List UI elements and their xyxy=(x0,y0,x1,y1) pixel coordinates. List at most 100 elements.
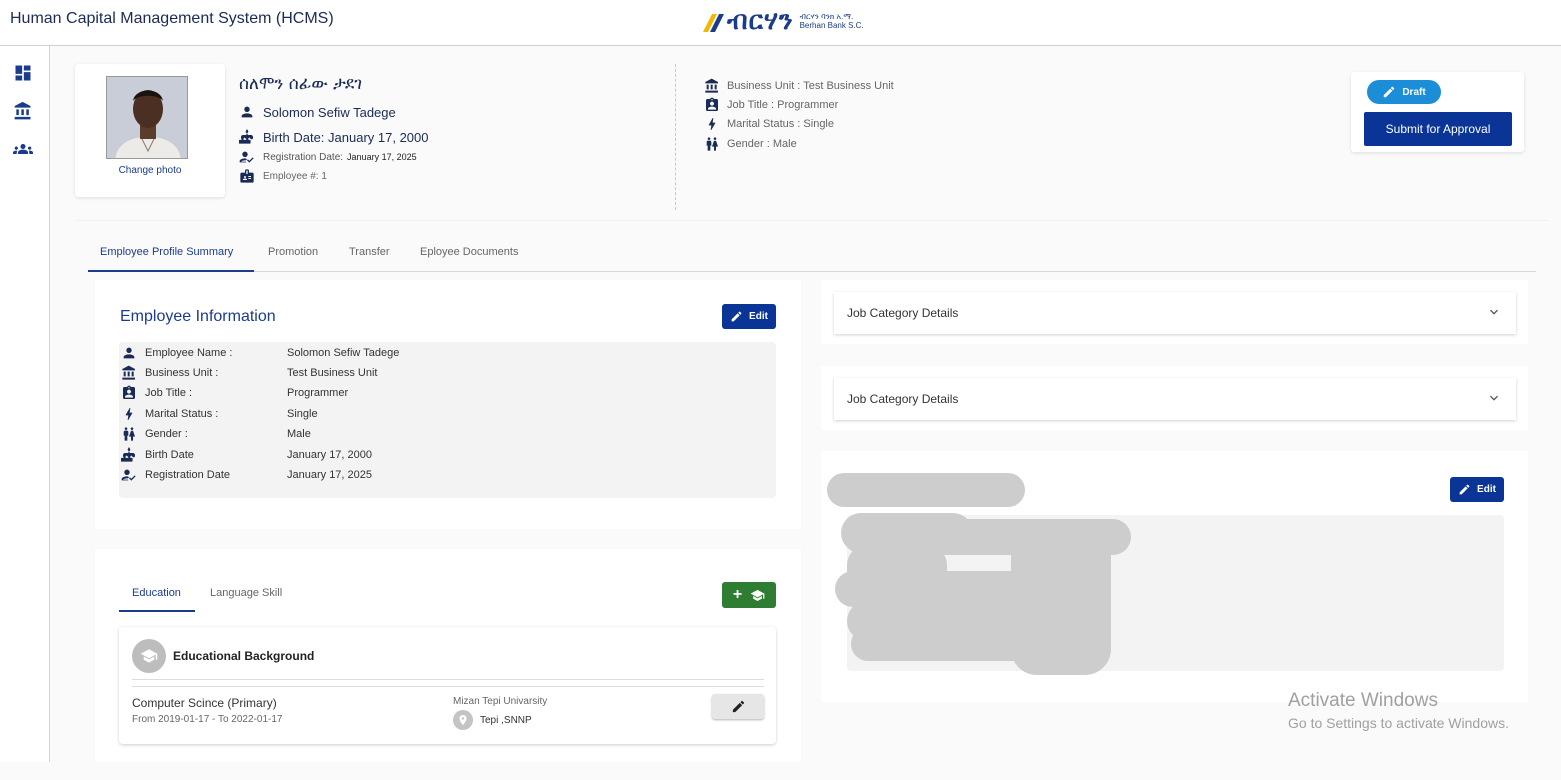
pencil-icon xyxy=(732,700,744,713)
education-degree: Computer Scince (Primary) xyxy=(132,696,277,710)
education-school: Mizan Tepi Univarsity xyxy=(453,696,548,707)
photo-card: Change photo xyxy=(75,64,225,197)
accordion-title: Job Category Details xyxy=(847,392,959,406)
info-value: Solomon Sefiw Tadege xyxy=(287,347,400,359)
edit-label: Edit xyxy=(1477,484,1496,495)
header-birth-date-row: Birth Date: January 17, 2000 xyxy=(239,129,429,145)
header-employee-no-row: Employee #: 1 xyxy=(239,168,327,184)
info-label: Marital Status : xyxy=(145,408,219,420)
add-education-button[interactable]: + xyxy=(722,582,776,608)
watermark-line-2: Go to Settings to activate Windows. xyxy=(1288,715,1509,731)
chevron-down-icon xyxy=(1490,395,1498,401)
header-full-name: Solomon Sefiw Tadege xyxy=(263,104,396,120)
education-edit-button[interactable] xyxy=(712,694,764,719)
job-category-accordion[interactable]: Job Category Details xyxy=(834,292,1516,334)
divider xyxy=(132,679,764,680)
redaction-scribble xyxy=(827,473,1025,507)
info-value: Male xyxy=(287,428,311,440)
info-row-business-unit: Business Unit : Test Business Unit xyxy=(119,364,776,384)
header-full-name-row: Solomon Sefiw Tadege xyxy=(239,104,396,120)
divider xyxy=(132,686,764,687)
person-check-icon xyxy=(239,151,254,163)
subtab-language-skill[interactable]: Language Skill xyxy=(210,587,282,599)
education-card: Educational Background Computer Scince (… xyxy=(119,627,776,744)
people-icon[interactable] xyxy=(13,139,33,159)
info-value: Programmer xyxy=(287,387,349,399)
bank-icon[interactable] xyxy=(13,101,33,121)
info-value: January 17, 2025 xyxy=(287,469,373,481)
header-marital-row: Marital Status : Single xyxy=(704,116,834,132)
plus-icon: + xyxy=(732,586,743,603)
dashboard-icon[interactable] xyxy=(13,63,33,83)
education-dates: From 2019-01-17 - To 2022-01-17 xyxy=(132,714,283,725)
pencil-icon xyxy=(1459,484,1470,495)
wc-icon xyxy=(706,137,718,151)
logo-wordmark: ብርሃን xyxy=(727,6,794,36)
header-business-unit-row: Business Unit : Test Business Unit xyxy=(704,78,894,94)
subtab-education[interactable]: Education xyxy=(132,587,181,599)
active-subtab-indicator xyxy=(119,610,195,612)
app-title: Human Capital Management System (HCMS) xyxy=(10,10,334,27)
header-marital-status: Marital Status : Single xyxy=(727,118,834,130)
header-registration-row: Registration Date: January 17, 2025 xyxy=(239,149,417,165)
cake-icon xyxy=(121,447,135,462)
info-row-job-title: Job Title : Programmer xyxy=(119,384,776,404)
job-category-accordion[interactable]: Job Category Details xyxy=(834,378,1516,420)
redacted-panel: Edit xyxy=(821,451,1528,702)
logo-subtitle: ብርሃን ባንክ አ.ማ. Berhan Bank S.C. xyxy=(800,12,864,30)
submit-for-approval-button[interactable]: Submit for Approval xyxy=(1364,112,1512,146)
info-label: Gender : xyxy=(145,428,188,440)
tab-employee-profile-summary[interactable]: Employee Profile Summary xyxy=(100,246,233,258)
redacted-panel-edit-button[interactable]: Edit xyxy=(1450,477,1504,502)
person-icon xyxy=(241,106,253,118)
cake-icon xyxy=(239,129,253,144)
info-value: Test Business Unit xyxy=(287,367,378,379)
bolt-icon xyxy=(125,408,133,420)
employee-info-edit-button[interactable]: Edit xyxy=(722,304,776,329)
pencil-icon xyxy=(731,311,742,322)
header-registration-value: January 17, 2025 xyxy=(347,152,417,162)
info-row-birth-date: Birth Date January 17, 2000 xyxy=(119,446,776,466)
location-pin-icon xyxy=(453,710,473,730)
draft-status-pill[interactable]: Draft xyxy=(1367,80,1441,104)
pencil-icon xyxy=(1384,86,1395,98)
watermark-line-1: Activate Windows xyxy=(1288,690,1438,711)
sidebar xyxy=(0,46,50,762)
header-gender: Gender : Male xyxy=(727,138,797,150)
education-location-text: Tepi ,SNNP xyxy=(480,714,532,726)
accordion-title: Job Category Details xyxy=(847,306,959,320)
job-category-panel-1: Job Category Details xyxy=(821,280,1528,344)
header-job-title-row: Job Title : Programmer xyxy=(704,97,838,113)
header-birth-date: Birth Date: January 17, 2000 xyxy=(263,129,429,145)
tab-promotion[interactable]: Promotion xyxy=(268,246,318,258)
person-check-icon xyxy=(121,469,136,481)
tab-transfer[interactable]: Transfer xyxy=(349,246,390,258)
header-registration-label: Registration Date: xyxy=(263,151,344,163)
employee-photo xyxy=(106,76,188,159)
redaction-scribble xyxy=(851,627,1111,661)
educational-background-heading: Educational Background xyxy=(173,649,315,663)
info-value: Single xyxy=(287,408,318,420)
header-gender-row: Gender : Male xyxy=(704,136,797,152)
employee-portrait-icon xyxy=(107,77,187,158)
contact-badge-icon xyxy=(706,97,718,111)
bank-icon xyxy=(705,78,718,93)
info-value: January 17, 2000 xyxy=(287,449,373,461)
info-label: Registration Date xyxy=(145,469,230,481)
tab-employee-documents[interactable]: Eployee Documents xyxy=(420,246,518,258)
employee-name-amharic: ሰለሞን ሰፊው ታደገ xyxy=(239,74,363,94)
graduation-cap-icon xyxy=(140,649,158,663)
header-business-unit: Business Unit : Test Business Unit xyxy=(727,80,894,92)
employee-information-panel: Employee Information Edit Employee Name … xyxy=(95,280,801,529)
education-location: Tepi ,SNNP xyxy=(453,710,532,730)
active-tab-indicator xyxy=(88,270,254,272)
edit-label: Edit xyxy=(749,311,768,322)
education-panel: Education Language Skill + Educational B… xyxy=(95,549,801,762)
draft-label: Draft xyxy=(1402,86,1426,98)
header-employee-no: Employee #: 1 xyxy=(263,170,327,182)
change-photo-link[interactable]: Change photo xyxy=(75,165,225,176)
education-avatar xyxy=(132,639,166,673)
logo-subtitle-amharic: ብርሃን ባንክ አ.ማ. xyxy=(799,12,854,21)
brand-logo: ብርሃን ብርሃን ባንክ አ.ማ. Berhan Bank S.C. xyxy=(703,6,864,36)
info-label: Business Unit : xyxy=(145,367,219,379)
